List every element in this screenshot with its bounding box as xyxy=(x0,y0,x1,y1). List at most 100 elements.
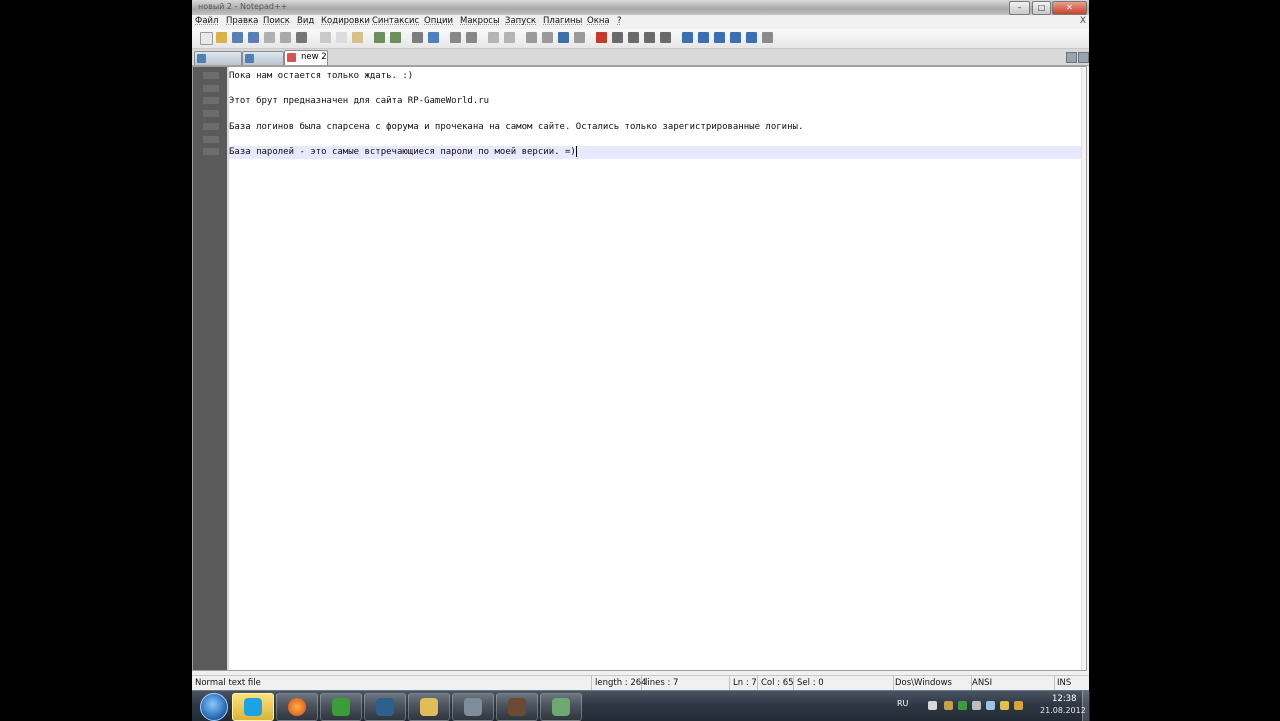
clock-time[interactable]: 12:38 xyxy=(1052,694,1077,704)
udl-icon[interactable] xyxy=(574,32,585,43)
editor-line-3[interactable]: Этот брут предназначен для сайта RP-Game… xyxy=(229,95,1082,108)
menu-windows[interactable]: Окна xyxy=(587,16,610,26)
paste-icon[interactable] xyxy=(352,32,363,43)
save-all-icon[interactable] xyxy=(248,32,259,43)
tab-new-2[interactable]: new 2 xyxy=(284,50,328,65)
taskbar-checkmark[interactable] xyxy=(320,693,362,721)
sync-vertical-icon[interactable] xyxy=(488,32,499,43)
text-editor[interactable]: Пока нам остается только ждать. :) Этот … xyxy=(192,66,1087,671)
status-bar: Normal text file length : 264 lines : 7 … xyxy=(192,675,1089,690)
menu-search[interactable]: Поиск xyxy=(263,16,290,26)
status-encoding: ANSI xyxy=(969,676,1055,690)
status-sel: Sel : 0 xyxy=(794,676,894,690)
plugin-icon-5[interactable] xyxy=(746,32,757,43)
close-button[interactable]: ✕ xyxy=(1052,1,1087,15)
language-indicator[interactable]: RU xyxy=(897,699,908,708)
taskbar-skype[interactable] xyxy=(232,693,274,721)
text-caret xyxy=(575,146,577,157)
editor-line-7[interactable]: База паролей - это самые встречающиеся п… xyxy=(229,146,1082,159)
volume-icon[interactable] xyxy=(972,701,981,710)
menu-options[interactable]: Опции xyxy=(424,16,453,26)
tab-close-icon[interactable] xyxy=(1078,52,1089,63)
save-icon[interactable] xyxy=(232,32,243,43)
find-icon[interactable] xyxy=(412,32,423,43)
close-file-icon[interactable] xyxy=(264,32,275,43)
open-file-icon[interactable] xyxy=(216,32,227,43)
status-length: length : 264 xyxy=(592,676,647,690)
play-macro-icon[interactable] xyxy=(628,32,639,43)
menu-run[interactable]: Запуск xyxy=(505,16,536,26)
show-all-chars-icon[interactable] xyxy=(542,32,553,43)
folder-icon xyxy=(420,698,438,716)
start-button-icon[interactable] xyxy=(200,693,228,721)
editor-line-6[interactable] xyxy=(229,133,1082,146)
stop-macro-icon[interactable] xyxy=(612,32,623,43)
tray-icon-2[interactable] xyxy=(958,701,967,710)
taskbar-display[interactable] xyxy=(452,693,494,721)
menu-macros[interactable]: Макросы xyxy=(460,16,500,26)
save-macro-icon[interactable] xyxy=(660,32,671,43)
menu-plugins[interactable]: Плагины xyxy=(543,16,582,26)
tray-expand-icon[interactable] xyxy=(928,701,937,710)
copy-icon[interactable] xyxy=(336,32,347,43)
tab-scroll-icon[interactable] xyxy=(1066,52,1077,63)
run-macro-icon[interactable] xyxy=(644,32,655,43)
plugin-icon-6[interactable] xyxy=(762,32,773,43)
menu-close-icon[interactable]: X xyxy=(1080,16,1086,26)
plugin-icon-3[interactable] xyxy=(714,32,725,43)
menu-file[interactable]: Файл xyxy=(195,16,218,26)
print-icon[interactable] xyxy=(296,32,307,43)
network-icon[interactable] xyxy=(986,701,995,710)
line-number xyxy=(203,123,219,130)
file-icon xyxy=(197,54,206,63)
indent-guide-icon[interactable] xyxy=(558,32,569,43)
redo-icon[interactable] xyxy=(390,32,401,43)
zoom-in-icon[interactable] xyxy=(450,32,461,43)
menu-help[interactable]: ? xyxy=(617,16,622,26)
status-col: Col : 65 xyxy=(758,676,794,690)
menu-encoding[interactable]: Кодировки xyxy=(321,16,370,26)
tab-bar: new 2 xyxy=(192,49,1089,66)
notepad-icon xyxy=(552,698,570,716)
cut-icon[interactable] xyxy=(320,32,331,43)
taskbar-notepad[interactable] xyxy=(540,693,582,721)
vertical-scrollbar[interactable] xyxy=(1081,67,1086,670)
title-bar[interactable]: новый 2 - Notepad++ – □ ✕ xyxy=(192,0,1089,15)
new-file-icon[interactable] xyxy=(200,32,213,45)
status-ln: Ln : 7 xyxy=(730,676,758,690)
replace-icon[interactable] xyxy=(428,32,439,43)
taskbar-firefox[interactable] xyxy=(276,693,318,721)
undo-icon[interactable] xyxy=(374,32,385,43)
close-all-icon[interactable] xyxy=(280,32,291,43)
record-macro-icon[interactable] xyxy=(596,32,607,43)
taskbar: RU 12:38 21.08.2012 xyxy=(192,690,1090,721)
taskbar-game[interactable] xyxy=(496,693,538,721)
taskbar-app[interactable] xyxy=(364,693,406,721)
menu-syntax[interactable]: Синтаксис xyxy=(372,16,419,26)
display-icon xyxy=(464,698,482,716)
plugin-icon-1[interactable] xyxy=(682,32,693,43)
tray-icon-3[interactable] xyxy=(1000,701,1009,710)
plugin-icon-2[interactable] xyxy=(698,32,709,43)
tray-icon-1[interactable] xyxy=(944,701,953,710)
tab-label: new 2 xyxy=(301,52,327,62)
clock-date[interactable]: 21.08.2012 xyxy=(1040,706,1086,715)
maximize-button[interactable]: □ xyxy=(1032,1,1051,15)
menu-view[interactable]: Вид xyxy=(297,16,314,26)
word-wrap-icon[interactable] xyxy=(526,32,537,43)
editor-line-1[interactable]: Пока нам остается только ждать. :) xyxy=(229,70,1082,83)
tab-1[interactable] xyxy=(194,51,242,65)
show-desktop-button[interactable] xyxy=(1082,691,1090,721)
editor-line-4[interactable] xyxy=(229,108,1082,121)
line-number-gutter xyxy=(193,67,227,670)
tray-icon-4[interactable] xyxy=(1014,701,1023,710)
skype-icon xyxy=(244,698,262,716)
menu-edit[interactable]: Правка xyxy=(226,16,258,26)
plugin-icon-4[interactable] xyxy=(730,32,741,43)
status-eol: Dos\Windows xyxy=(892,676,972,690)
sync-horizontal-icon[interactable] xyxy=(504,32,515,43)
taskbar-folder[interactable] xyxy=(408,693,450,721)
tab-2[interactable] xyxy=(242,51,284,65)
minimize-button[interactable]: – xyxy=(1009,1,1030,15)
zoom-out-icon[interactable] xyxy=(466,32,477,43)
